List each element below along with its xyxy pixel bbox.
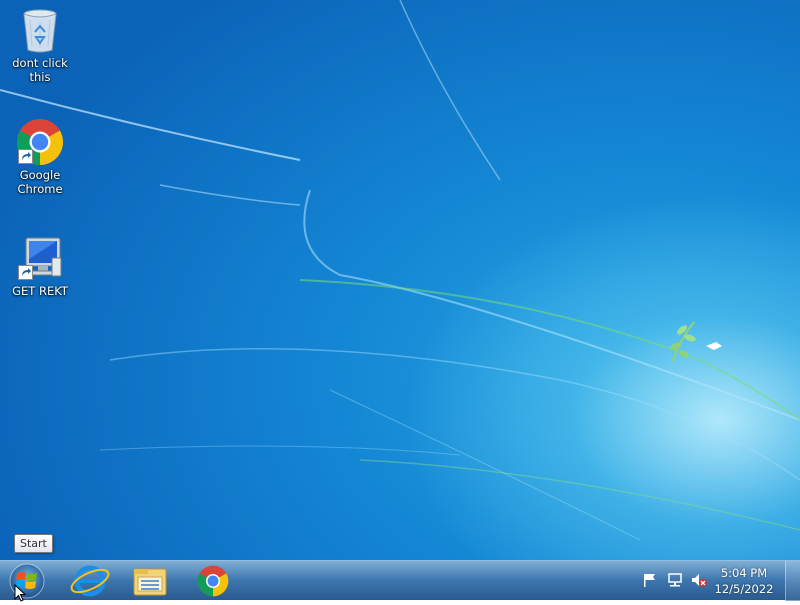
desktop-background[interactable]: dont click this Google Chrome GET REKT	[0, 0, 800, 560]
desktop-icon-recycle-bin[interactable]: dont click this	[0, 6, 80, 84]
clock-date: 12/5/2022	[714, 582, 774, 596]
taskbar: 5:04 PM 12/5/2022	[0, 560, 800, 601]
desktop-icon-get-rekt[interactable]: GET REKT	[0, 234, 80, 298]
shortcut-arrow-icon	[18, 149, 33, 164]
recycle-bin-icon	[16, 6, 64, 54]
desktop-icon-label: Google Chrome	[17, 168, 63, 196]
taskbar-google-chrome[interactable]	[185, 563, 241, 599]
network-icon[interactable]	[667, 572, 683, 588]
taskbar-internet-explorer[interactable]	[62, 563, 118, 599]
volume-muted-icon[interactable]	[691, 572, 707, 588]
wallpaper-swooshes	[0, 0, 800, 541]
taskbar-windows-explorer[interactable]	[122, 563, 178, 599]
system-clock[interactable]: 5:04 PM 12/5/2022	[712, 565, 776, 597]
action-center-flag-icon[interactable]	[642, 572, 658, 588]
desktop-icon-label: dont click this	[12, 56, 68, 84]
desktop-icon-google-chrome[interactable]: Google Chrome	[0, 118, 80, 196]
clock-time: 5:04 PM	[720, 566, 768, 580]
chrome-icon	[197, 565, 229, 597]
show-desktop-button[interactable]	[785, 561, 800, 601]
desktop-icon-label: GET REKT	[12, 284, 68, 298]
chrome-icon	[16, 118, 64, 166]
shortcut-arrow-icon	[18, 265, 33, 280]
sprig-decoration	[670, 321, 722, 363]
file-explorer-icon	[133, 568, 167, 596]
computer-icon	[16, 234, 64, 282]
mouse-cursor-icon	[14, 584, 27, 602]
start-tooltip: Start	[14, 534, 53, 553]
internet-explorer-icon	[70, 565, 110, 597]
